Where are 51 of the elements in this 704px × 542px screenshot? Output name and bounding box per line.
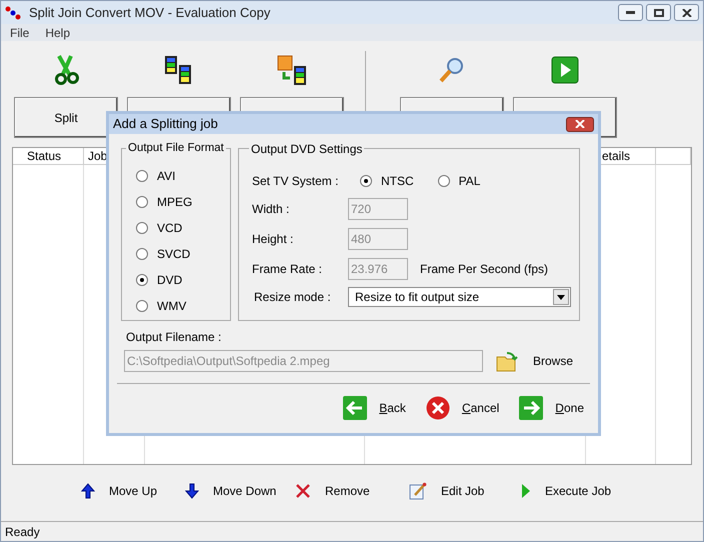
minimize-button[interactable]	[618, 4, 643, 21]
close-button[interactable]	[674, 4, 699, 21]
radio-button[interactable]: WMV	[136, 297, 230, 315]
browse-button[interactable]: Browse	[495, 349, 574, 373]
convert-icon	[276, 54, 308, 86]
edit-document-icon	[409, 482, 427, 500]
column-header: etails	[602, 148, 630, 165]
minimize-icon	[626, 11, 635, 14]
back-button[interactable]: Back	[343, 396, 406, 420]
output-filename-label: Output Filename :	[126, 329, 222, 346]
close-icon	[682, 8, 692, 16]
radio-button[interactable]: PAL	[438, 172, 480, 190]
maximize-button[interactable]	[646, 4, 671, 21]
done-button[interactable]: Done	[519, 396, 584, 420]
radio-button[interactable]: SVCD	[136, 245, 230, 263]
radio-button[interactable]: NTSC	[360, 172, 414, 190]
field-label: Height :	[252, 231, 294, 248]
up-arrow-icon	[81, 483, 95, 499]
execute-button[interactable]: Execute Job	[521, 482, 641, 500]
status-bar: Ready	[1, 521, 703, 541]
app-logo-icon	[5, 4, 21, 20]
play-icon	[521, 483, 531, 499]
close-icon	[575, 120, 585, 128]
radio-button[interactable]: MPEG	[136, 193, 230, 211]
cross-icon	[295, 483, 311, 499]
magnifier-icon	[438, 56, 466, 84]
up-button[interactable]: Move Up	[81, 482, 185, 500]
menu-item[interactable]: File	[10, 24, 30, 42]
resize-mode-dropdown[interactable]: Resize to fit output size	[348, 287, 571, 307]
play-icon	[551, 56, 579, 84]
field-label: Frame Rate :	[252, 261, 324, 278]
cancel-icon	[426, 396, 450, 420]
radio-button[interactable]: VCD	[136, 219, 230, 237]
menu-item[interactable]: Help	[45, 24, 70, 42]
down-arrow-icon	[185, 483, 199, 499]
down-button[interactable]: Move Down	[185, 482, 295, 500]
tv-system-label: Set TV System :	[252, 173, 340, 190]
folder-icon	[495, 349, 519, 373]
radio-button[interactable]: DVD	[136, 271, 230, 289]
window-title: Split Join Convert MOV - Evaluation Copy	[29, 4, 270, 22]
cancel-button[interactable]: Cancel	[426, 396, 500, 420]
column-header: Status	[27, 148, 62, 165]
unit-label: Frame Per Second (fps)	[420, 261, 548, 278]
edit-button[interactable]: Edit Job	[409, 482, 521, 500]
radio-button[interactable]: AVI	[136, 167, 230, 185]
field-label: Width :	[252, 201, 290, 218]
dialog-close-button[interactable]	[566, 116, 594, 132]
remove-button[interactable]: Remove	[295, 482, 409, 500]
restore-icon	[654, 8, 664, 16]
film-strips-icon	[164, 55, 194, 85]
resize-mode-label: Resize mode :	[253, 289, 332, 306]
